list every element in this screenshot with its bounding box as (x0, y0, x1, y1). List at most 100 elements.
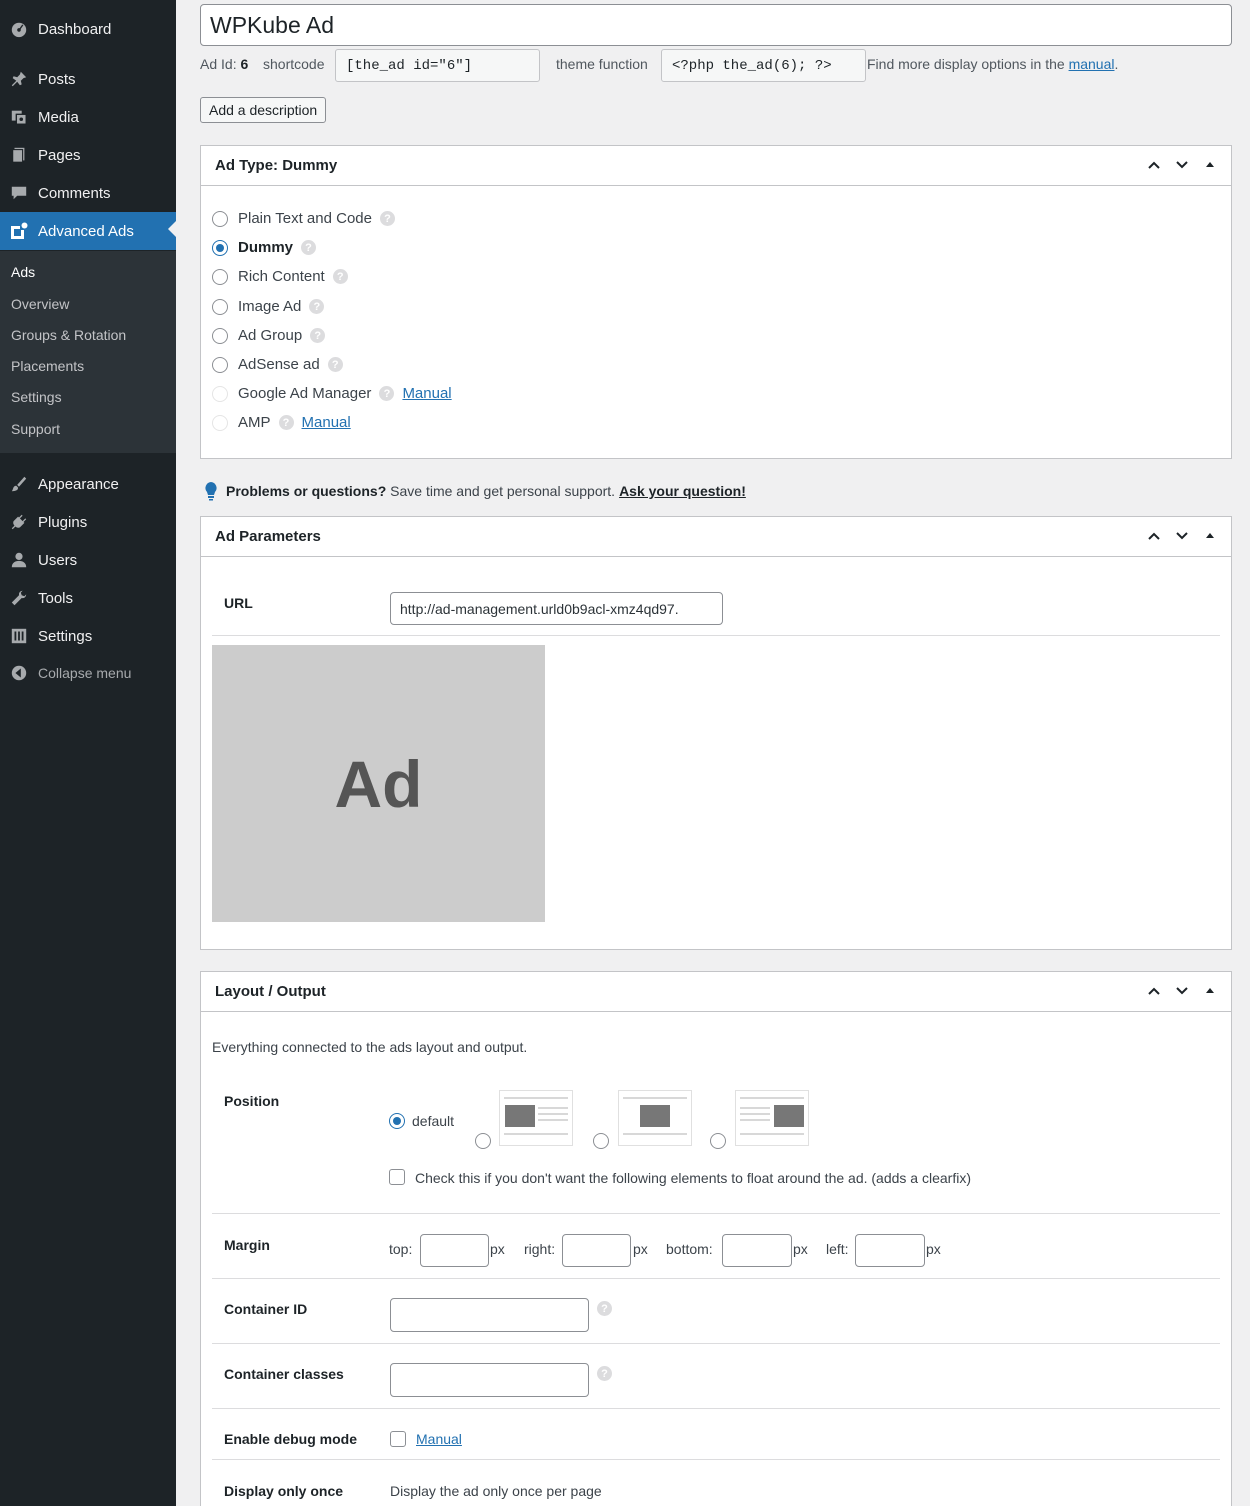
menu-label: Tools (38, 589, 74, 607)
position-left-thumbnail[interactable] (499, 1090, 573, 1146)
help-icon[interactable]: ? (309, 299, 325, 314)
move-down-icon[interactable] (1171, 980, 1193, 1002)
debug-mode-checkbox[interactable] (390, 1431, 406, 1447)
menu-media[interactable]: Media (0, 100, 176, 134)
media-icon (9, 107, 29, 127)
menu-settings[interactable]: Settings (0, 619, 176, 653)
position-left-radio[interactable] (475, 1133, 491, 1149)
radio-ad-group[interactable] (212, 327, 228, 344)
toggle-panel-icon[interactable] (1199, 154, 1221, 176)
menu-advanced-ads[interactable]: Advanced Ads (0, 212, 176, 250)
ad-title-input[interactable]: WPKube Ad (200, 4, 1232, 46)
radio-adsense[interactable] (212, 356, 228, 373)
ask-question-link[interactable]: Ask your question! (619, 483, 746, 499)
submenu-ads[interactable]: Ads (11, 264, 35, 280)
ad-type-option[interactable]: Rich Content ? (212, 268, 348, 285)
display-once-text: Display the ad only once per page (390, 1483, 602, 1499)
submenu-overview[interactable]: Overview (11, 296, 69, 312)
move-up-icon[interactable] (1143, 154, 1165, 176)
add-description-button[interactable]: Add a description (200, 97, 327, 123)
menu-label: Pages (38, 146, 81, 164)
move-up-icon[interactable] (1143, 980, 1165, 1002)
clearfix-checkbox[interactable] (389, 1169, 405, 1185)
ad-type-option[interactable]: Image Ad ? (212, 298, 325, 315)
help-icon[interactable]: ? (597, 1301, 612, 1316)
theme-function-field[interactable]: <?php the_ad(6); ?> (661, 49, 866, 82)
layout-output-title: Layout / Output (215, 983, 326, 1000)
move-down-icon[interactable] (1171, 525, 1193, 547)
ad-type-option[interactable]: Ad Group ? (212, 327, 326, 344)
help-icon[interactable]: ? (379, 211, 395, 226)
layout-description: Everything connected to the ads layout a… (212, 1039, 528, 1055)
submenu-groups-rotation[interactable]: Groups & Rotation (11, 327, 126, 343)
help-icon[interactable]: ? (278, 415, 294, 430)
submenu-placements[interactable]: Placements (11, 358, 84, 374)
radio-image-ad[interactable] (212, 298, 228, 315)
radio-dummy[interactable] (212, 239, 228, 256)
ad-type-title: Ad Type: Dummy (215, 157, 338, 174)
margin-bottom-label: bottom: (666, 1241, 713, 1257)
submenu-settings[interactable]: Settings (11, 389, 62, 405)
collapse-icon (9, 663, 29, 683)
help-icon[interactable]: ? (332, 269, 348, 284)
menu-pages[interactable]: Pages (0, 138, 176, 172)
px-unit: px (633, 1241, 648, 1257)
ad-type-option[interactable]: AMP ? Manual (212, 414, 351, 431)
container-id-label: Container ID (224, 1301, 308, 1317)
radio-plain-text[interactable] (212, 210, 228, 227)
manual-link[interactable]: Manual (402, 385, 451, 402)
ad-type-option[interactable]: Google Ad Manager ? Manual (212, 385, 452, 402)
manual-link[interactable]: manual (1069, 56, 1115, 72)
layout-output-box: Layout / Output Everything connected to … (200, 971, 1232, 1506)
margin-left-input[interactable] (855, 1234, 925, 1267)
radio-amp[interactable] (212, 414, 228, 431)
support-bold-text: Problems or questions? (226, 483, 387, 499)
margin-top-input[interactable] (420, 1234, 489, 1267)
support-notice: Problems or questions? Save time and get… (204, 481, 746, 501)
margin-bottom-input[interactable] (722, 1234, 792, 1267)
menu-dashboard[interactable]: Dashboard (0, 12, 176, 46)
toggle-panel-icon[interactable] (1199, 525, 1221, 547)
ad-type-option[interactable]: Dummy ? (212, 239, 317, 256)
help-icon[interactable]: ? (310, 328, 326, 343)
submenu-support[interactable]: Support (11, 421, 60, 437)
ad-parameters-header: Ad Parameters (201, 517, 1231, 557)
debug-manual-link[interactable]: Manual (416, 1431, 462, 1447)
divider (212, 1459, 1220, 1460)
menu-users[interactable]: Users (0, 543, 176, 577)
menu-appearance[interactable]: Appearance (0, 467, 176, 501)
position-center-radio[interactable] (593, 1133, 609, 1149)
menu-tools[interactable]: Tools (0, 581, 176, 615)
position-center-thumbnail[interactable] (618, 1090, 692, 1146)
position-right-radio[interactable] (710, 1133, 726, 1149)
move-down-icon[interactable] (1171, 154, 1193, 176)
shortcode-field[interactable]: [the_ad id="6"] (335, 49, 540, 82)
toggle-panel-icon[interactable] (1199, 980, 1221, 1002)
manual-link[interactable]: Manual (302, 414, 351, 431)
menu-plugins[interactable]: Plugins (0, 505, 176, 539)
radio-google-ad-manager[interactable] (212, 385, 228, 402)
display-once-label: Display only once (224, 1483, 344, 1499)
url-input[interactable]: http://ad-management.urld0b9acl-xmz4qd97… (390, 592, 723, 625)
help-icon[interactable]: ? (379, 386, 395, 401)
menu-label: Posts (38, 70, 76, 88)
wrench-icon (9, 588, 29, 608)
help-icon[interactable]: ? (301, 240, 317, 255)
margin-right-input[interactable] (562, 1234, 631, 1267)
move-up-icon[interactable] (1143, 525, 1165, 547)
position-right-thumbnail[interactable] (735, 1090, 809, 1146)
menu-comments[interactable]: Comments (0, 176, 176, 210)
help-icon[interactable]: ? (597, 1366, 612, 1381)
container-classes-input[interactable] (390, 1363, 589, 1397)
position-default-radio[interactable] (389, 1113, 405, 1129)
ad-type-option[interactable]: AdSense ad ? (212, 356, 343, 373)
ad-type-option[interactable]: Plain Text and Code ? (212, 210, 395, 227)
menu-posts[interactable]: Posts (0, 62, 176, 96)
collapse-menu-label: Collapse menu (38, 665, 132, 681)
collapse-menu-button[interactable]: Collapse menu (0, 656, 176, 690)
help-icon[interactable]: ? (327, 357, 343, 372)
pin-icon (9, 69, 29, 89)
more-options-text: Find more display options in the manual. (867, 56, 1119, 72)
container-id-input[interactable] (390, 1298, 589, 1332)
radio-rich-content[interactable] (212, 268, 228, 285)
